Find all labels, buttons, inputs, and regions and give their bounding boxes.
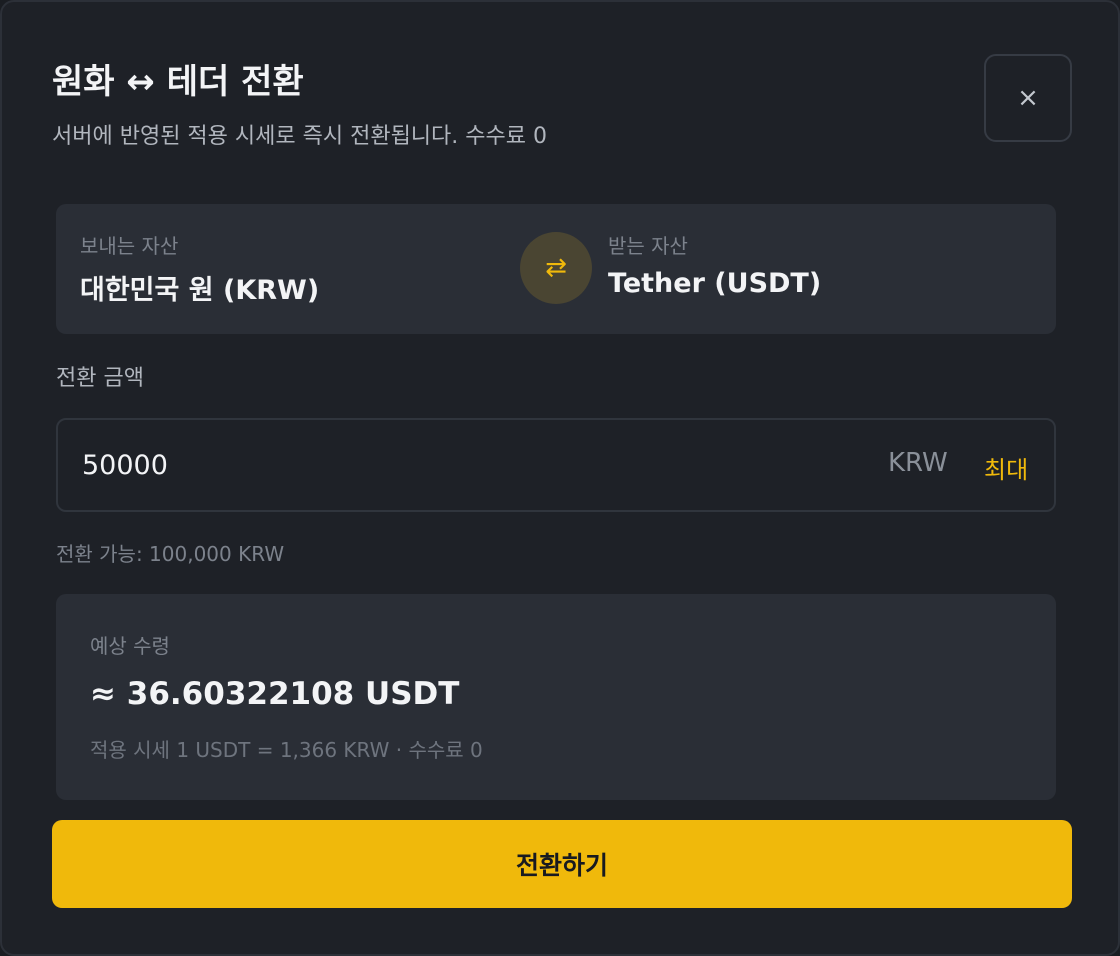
swap-arrows-icon: ⇄ (545, 253, 567, 283)
asset-selector: 보내는 자산 대한민국 원 (KRW) ⇄ 받는 자산 Tether (USDT… (56, 204, 1056, 334)
modal-subtitle: 서버에 반영된 적용 시세로 즉시 전환됩니다. 수수료 0 (52, 124, 547, 149)
to-asset-value[interactable]: Tether (USDT) (608, 268, 821, 299)
amount-label: 전환 금액 (56, 366, 144, 391)
from-asset-value[interactable]: 대한민국 원 (KRW) (80, 268, 319, 307)
to-asset-label: 받는 자산 (608, 234, 688, 258)
swap-button[interactable]: ⇄ (520, 232, 592, 304)
convert-modal: 원화 ↔ 테더 전환 서버에 반영된 적용 시세로 즉시 전환됩니다. 수수료 … (0, 0, 1120, 956)
estimate-value: ≈ 36.60322108 USDT (90, 676, 460, 712)
estimate-rate: 적용 시세 1 USDT = 1,366 KRW · 수수료 0 (90, 738, 483, 762)
modal-title: 원화 ↔ 테더 전환 (52, 62, 304, 102)
estimate-panel: 예상 수령 ≈ 36.60322108 USDT 적용 시세 1 USDT = … (56, 594, 1056, 800)
available-balance: 전환 가능: 100,000 KRW (56, 542, 285, 566)
max-button[interactable]: 최대 (984, 450, 1028, 485)
amount-field: KRW 최대 (56, 418, 1056, 512)
close-icon: × (1017, 83, 1039, 113)
from-asset-label: 보내는 자산 (80, 234, 179, 258)
convert-button-label: 전환하기 (515, 851, 608, 880)
convert-button[interactable]: 전환하기 (52, 820, 1072, 908)
amount-currency: KRW (888, 448, 948, 478)
estimate-label: 예상 수령 (90, 634, 170, 658)
close-button[interactable]: × (984, 54, 1072, 142)
amount-input[interactable] (82, 440, 782, 490)
